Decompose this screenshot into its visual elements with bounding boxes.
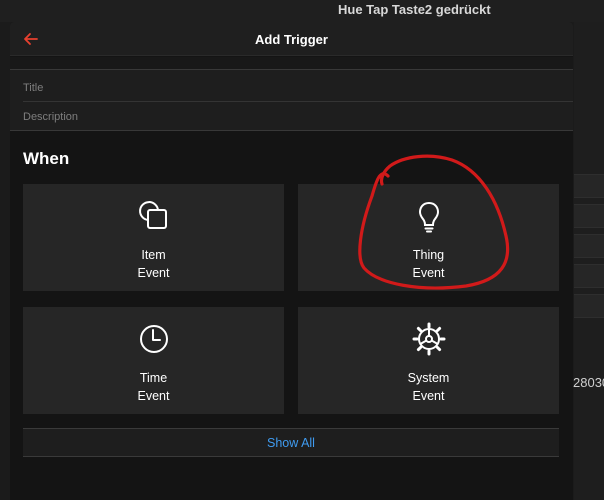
time-event-tile[interactable]: Time Event <box>23 307 284 414</box>
background-header <box>0 0 604 22</box>
popup-navbar: Add Trigger <box>10 22 573 56</box>
system-event-label: System Event <box>298 369 559 405</box>
screenshot-stage: Hue Tap Taste2 gedrückt 28030 Add Trigge… <box>0 0 604 500</box>
background-row <box>574 234 604 258</box>
tile-label-line1: Item <box>141 248 166 262</box>
tile-label-line2: Event <box>412 389 445 403</box>
background-rule-list <box>574 22 604 500</box>
thing-event-tile[interactable]: Thing Event <box>298 184 559 291</box>
background-row <box>574 174 604 198</box>
title-input[interactable] <box>23 82 553 94</box>
background-row <box>574 204 604 228</box>
show-all-button[interactable]: Show All <box>23 428 559 457</box>
system-event-tile[interactable]: System Event <box>298 307 559 414</box>
time-event-label: Time Event <box>23 369 284 405</box>
title-field-wrapper <box>23 72 573 102</box>
item-squares-icon <box>139 201 167 229</box>
when-heading: When <box>23 149 70 168</box>
item-event-tile[interactable]: Item Event <box>23 184 284 291</box>
description-input[interactable] <box>23 111 553 123</box>
tile-label-line1: System <box>407 371 450 385</box>
clock-icon <box>140 325 168 353</box>
trigger-form <box>10 69 573 131</box>
tile-label-line2: Event <box>137 389 170 403</box>
tile-label-line1: Thing <box>412 248 445 262</box>
lightbulb-icon <box>418 201 440 233</box>
background-row <box>574 294 604 318</box>
tile-label-line2: Event <box>412 266 445 280</box>
tile-label-line2: Event <box>137 266 170 280</box>
gear-icon <box>412 322 446 356</box>
navbar-spacer <box>10 57 573 69</box>
popup-title: Add Trigger <box>255 32 328 47</box>
tile-label-line1: Time <box>139 371 168 385</box>
add-trigger-popup: Add Trigger When Item Event <box>10 22 573 500</box>
background-row <box>574 264 604 288</box>
background-rule-title: Hue Tap Taste2 gedrückt <box>338 2 491 17</box>
background-number: 28030 <box>573 375 604 390</box>
thing-event-label: Thing Event <box>298 246 559 282</box>
description-field-wrapper <box>23 101 573 131</box>
item-event-label: Item Event <box>23 246 284 282</box>
